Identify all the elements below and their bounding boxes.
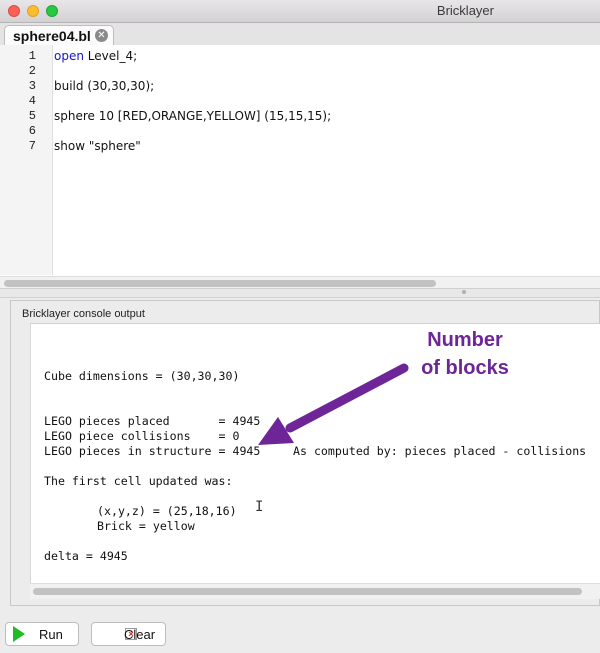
line-number: 6 [28,124,36,138]
console-note: As computed by: pieces placed - collisio… [293,444,587,458]
tab-sphere04[interactable]: sphere04.bl ✕ [4,25,114,46]
clear-button-label[interactable]: Clear [124,627,155,642]
console-line: LEGO pieces placed = 4945 [44,414,261,428]
line-number: 7 [28,139,36,153]
annotation-label: Number [427,329,503,351]
line-number: 1 [28,49,36,63]
scrollbar-thumb[interactable] [4,280,436,287]
line-number-gutter: 1 2 3 4 5 6 7 [0,45,53,275]
run-triangle-icon [13,626,25,642]
console-line: delta = 4945 [44,549,128,563]
code-line-5: sphere 10 [RED,ORANGE,YELLOW] (15,15,15)… [54,109,332,123]
tab-label: sphere04.bl [13,28,91,44]
annotation-label: of blocks [421,357,509,379]
code-line-3: build (30,30,30); [54,79,155,93]
line-number: 3 [28,79,36,93]
console-line: (x,y,z) = (25,18,16) [97,504,237,518]
console-line: The first cell updated was: [44,474,233,488]
split-pane-divider[interactable] [0,289,600,298]
title-bar: Bricklayer [0,0,600,23]
code-editor[interactable]: 1 2 3 4 5 6 7 open Level_4; build (30,30… [0,45,600,289]
line-number: 4 [28,94,36,108]
divider-grip-icon[interactable] [462,290,466,294]
code-line-7: show "sphere" [54,139,141,153]
text-cursor-icon: I [255,499,264,515]
console-line: LEGO pieces in structure = 4945 [44,444,261,458]
code-line-1: open Level_4; [54,49,137,63]
code-text: Level_4; [83,49,138,63]
tab-bar: sphere04.bl ✕ [0,23,600,46]
console-horizontal-scrollbar[interactable] [30,583,600,599]
window-title: Bricklayer [436,3,494,18]
close-tab-icon[interactable]: ✕ [95,29,108,42]
line-number: 2 [28,64,36,78]
editor-horizontal-scrollbar[interactable] [0,276,600,288]
console-line: LEGO piece collisions = 0 [44,429,240,443]
keyword-open: open [54,49,84,63]
console-panel-title: Bricklayer console output [22,308,145,320]
console-line: Brick = yellow [97,519,195,533]
run-button[interactable]: Run [5,622,79,646]
run-button-label: Run [39,627,63,642]
scrollbar-thumb[interactable] [33,588,582,595]
console-line: Cube dimensions = (30,30,30) [44,369,240,383]
line-number: 5 [28,109,36,123]
